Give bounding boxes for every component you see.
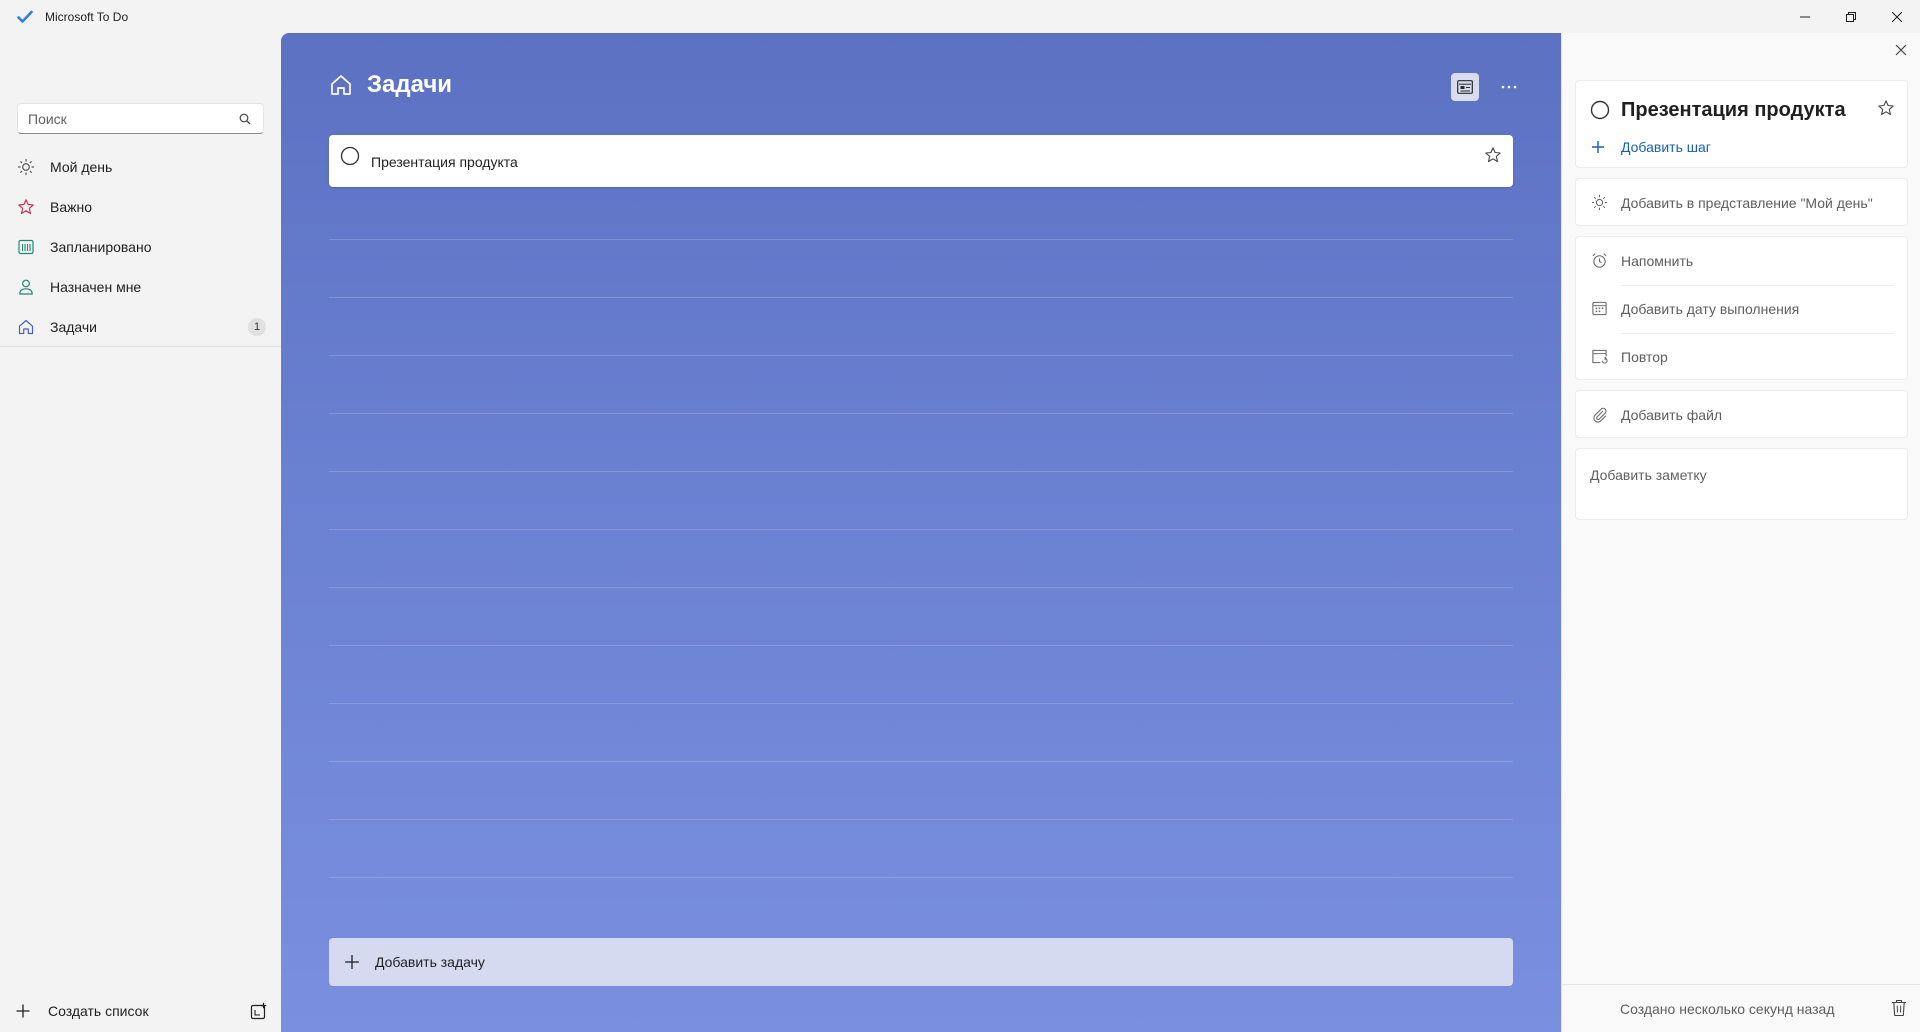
sidebar-divider <box>0 346 281 347</box>
page-title[interactable]: Задачи <box>367 71 452 99</box>
list-line <box>329 471 1513 472</box>
sidebar-item-label: Мой день <box>50 159 113 175</box>
remind-me-button[interactable]: Напомнить <box>1576 237 1907 285</box>
add-due-date-button[interactable]: Добавить дату выполнения <box>1576 285 1907 333</box>
home-icon <box>17 318 35 336</box>
details-footer: Создано несколько секунд назад <box>1562 984 1920 1032</box>
window-controls <box>1782 0 1920 33</box>
home-icon <box>329 73 353 97</box>
list-line <box>329 761 1513 762</box>
list-header: Задачи <box>329 71 452 99</box>
list-line <box>329 877 1513 878</box>
sidebar-item-assigned[interactable]: Назначен мне <box>0 267 281 307</box>
restore-icon <box>1846 11 1856 22</box>
calendar-icon <box>1591 300 1608 317</box>
add-task-input[interactable]: Добавить задачу <box>329 938 1513 986</box>
search-box[interactable] <box>17 103 264 134</box>
sidebar-item-label: Задачи <box>50 319 98 335</box>
close-icon <box>1895 44 1907 56</box>
alarm-clock-icon <box>1591 252 1608 269</box>
window-title: Microsoft To Do <box>45 9 129 24</box>
list-line <box>329 297 1513 298</box>
task-title: Презентация продукта <box>371 154 518 170</box>
star-icon <box>17 198 35 216</box>
created-timestamp: Создано несколько секунд назад <box>1620 1001 1835 1017</box>
add-to-my-day-label: Добавить в представление "Мой день" <box>1621 195 1873 211</box>
task-detail-title[interactable]: Презентация продукта <box>1621 99 1846 122</box>
delete-task-button[interactable] <box>1891 999 1907 1017</box>
list-line <box>329 529 1513 530</box>
add-due-date-label: Добавить дату выполнения <box>1621 301 1800 317</box>
dates-card: Напомнить Добавить дату выполнения Повто… <box>1575 236 1908 380</box>
list-line <box>329 819 1513 820</box>
repeat-calendar-icon <box>1591 348 1608 365</box>
list-line <box>329 239 1513 240</box>
sidebar-item-my-day[interactable]: Мой день <box>0 147 281 187</box>
create-list-button[interactable]: Создать список <box>0 990 281 1032</box>
close-icon <box>1892 11 1902 22</box>
sidebar-item-label: Важно <box>50 199 93 215</box>
note-placeholder: Добавить заметку <box>1590 467 1707 483</box>
list-line <box>329 703 1513 704</box>
plus-icon <box>1591 140 1605 154</box>
repeat-button[interactable]: Повтор <box>1576 333 1907 381</box>
sidebar-item-label: Запланировано <box>50 239 152 255</box>
calendar-icon <box>17 238 35 256</box>
task-details-pane: Презентация продукта Добавить шаг Добави… <box>1561 33 1920 1032</box>
list-line <box>329 355 1513 356</box>
sun-icon <box>1591 194 1608 211</box>
add-file-label: Добавить файл <box>1621 407 1723 423</box>
sidebar: Мой день Важно Запланировано Назначен мн… <box>0 33 281 1032</box>
task-title-card: Презентация продукта Добавить шаг <box>1575 80 1908 168</box>
mark-important-star-icon[interactable] <box>1877 99 1895 117</box>
more-options-button[interactable] <box>1495 73 1523 101</box>
search-icon[interactable] <box>239 113 251 125</box>
details-toggle-button[interactable] <box>1451 73 1479 101</box>
add-task-label: Добавить задачу <box>375 954 485 970</box>
sidebar-item-planned[interactable]: Запланировано <box>0 227 281 267</box>
sun-icon <box>17 158 35 176</box>
close-details-button[interactable] <box>1895 44 1907 56</box>
plus-icon <box>343 953 361 971</box>
list-line <box>329 413 1513 414</box>
trash-icon <box>1892 999 1906 1017</box>
mark-important-star-icon[interactable] <box>1484 146 1502 164</box>
sidebar-item-label: Назначен мне <box>50 279 142 295</box>
person-icon <box>17 278 35 296</box>
task-list-panel: Задачи Презентация продукта Добавить зад… <box>281 33 1561 1032</box>
complete-task-checkbox[interactable] <box>340 146 360 166</box>
repeat-label: Повтор <box>1621 349 1668 365</box>
task-count-badge: 1 <box>248 318 266 336</box>
sidebar-item-important[interactable]: Важно <box>0 187 281 227</box>
list-header-actions <box>1451 73 1523 101</box>
search-input[interactable] <box>28 110 238 127</box>
new-group-icon[interactable] <box>250 1002 268 1020</box>
minimize-button[interactable] <box>1782 0 1828 33</box>
details-pane-icon <box>1457 80 1473 94</box>
add-to-my-day-button[interactable]: Добавить в представление "Мой день" <box>1575 178 1908 226</box>
restore-button[interactable] <box>1828 0 1874 33</box>
plus-icon <box>15 1003 31 1019</box>
create-list-label: Создать список <box>48 1003 149 1019</box>
add-step-button[interactable]: Добавить шаг <box>1621 139 1711 155</box>
list-line <box>329 587 1513 588</box>
more-icon <box>1501 85 1517 89</box>
title-bar: Microsoft To Do <box>0 0 1920 33</box>
close-window-button[interactable] <box>1874 0 1920 33</box>
note-field[interactable]: Добавить заметку <box>1575 448 1908 520</box>
remind-me-label: Напомнить <box>1621 253 1694 269</box>
add-file-button[interactable]: Добавить файл <box>1575 390 1908 438</box>
complete-task-checkbox[interactable] <box>1590 100 1610 120</box>
minimize-icon <box>1800 16 1810 17</box>
task-item[interactable]: Презентация продукта <box>329 135 1513 187</box>
list-line <box>329 645 1513 646</box>
paperclip-icon <box>1591 406 1608 423</box>
app-check-icon <box>17 9 33 25</box>
sidebar-item-tasks[interactable]: Задачи 1 <box>0 307 281 347</box>
